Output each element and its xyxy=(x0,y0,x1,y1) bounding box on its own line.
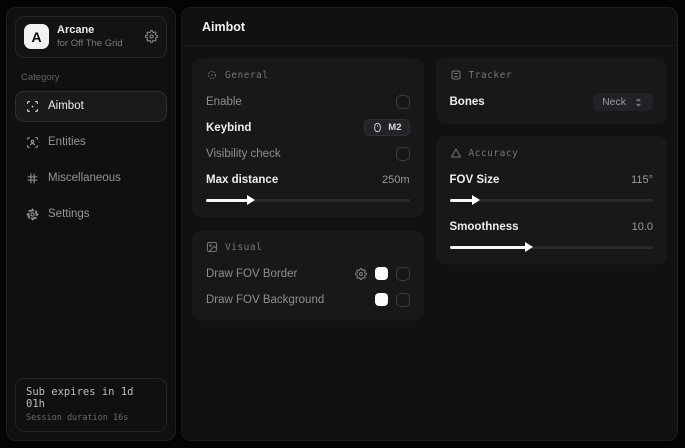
settings-gear-icon xyxy=(26,208,39,221)
accuracy-card-header: Accuracy xyxy=(450,147,654,159)
bones-row: Bones Neck xyxy=(450,93,654,111)
content-area: General Enable Keybind M2 xyxy=(182,46,677,333)
tracker-icon xyxy=(450,69,462,81)
general-card: General Enable Keybind M2 xyxy=(192,58,424,218)
keybind-label: Keybind xyxy=(206,122,251,134)
triangle-icon xyxy=(450,147,462,159)
slider-thumb[interactable] xyxy=(247,195,255,205)
slider-thumb[interactable] xyxy=(525,242,533,252)
slider-fill xyxy=(450,246,529,249)
fov-background-color-swatch[interactable] xyxy=(375,293,388,306)
fov-border-row: Draw FOV Border xyxy=(206,265,410,282)
sidebar-item-miscellaneous[interactable]: Miscellaneous xyxy=(15,163,167,194)
sidebar-item-label: Aimbot xyxy=(48,100,84,112)
entities-icon xyxy=(26,136,39,149)
visibility-check-label: Visibility check xyxy=(206,148,281,160)
fov-background-label: Draw FOV Background xyxy=(206,294,324,306)
visibility-check-row: Visibility check xyxy=(206,145,410,162)
crosshair-icon xyxy=(206,69,218,81)
sidebar-item-label: Settings xyxy=(48,208,90,220)
sidebar-item-aimbot[interactable]: Aimbot xyxy=(15,91,167,122)
app-header-card: A Arcane for Off The Grid xyxy=(15,16,167,58)
session-duration-text: Session duration 16s xyxy=(26,413,156,423)
fov-border-color-swatch[interactable] xyxy=(375,267,388,280)
fov-border-checkbox[interactable] xyxy=(396,267,410,281)
sidebar-item-settings[interactable]: Settings xyxy=(15,199,167,230)
right-column: Tracker Bones Neck xyxy=(436,58,668,265)
left-column: General Enable Keybind M2 xyxy=(192,58,424,321)
slider-fill xyxy=(206,199,251,202)
smoothness-row: Smoothness 10.0 xyxy=(450,218,654,235)
smoothness-slider[interactable] xyxy=(450,242,654,252)
general-card-title: General xyxy=(225,70,269,81)
app-header-text: Arcane for Off The Grid xyxy=(57,24,137,50)
max-distance-label: Max distance xyxy=(206,174,278,186)
gear-icon[interactable] xyxy=(145,30,158,43)
enable-row: Enable xyxy=(206,93,410,110)
sidebar-item-label: Entities xyxy=(48,136,86,148)
fov-border-label: Draw FOV Border xyxy=(206,268,297,280)
visibility-check-checkbox[interactable] xyxy=(396,147,410,161)
main-header: Aimbot xyxy=(182,8,677,46)
sidebar-item-entities[interactable]: Entities xyxy=(15,127,167,158)
keybind-value: M2 xyxy=(388,122,401,133)
general-card-header: General xyxy=(206,69,410,81)
main-panel: Aimbot General Enable xyxy=(181,7,678,441)
fov-background-row: Draw FOV Background xyxy=(206,291,410,308)
keybind-row: Keybind M2 xyxy=(206,119,410,136)
category-label: Category xyxy=(21,72,161,83)
app-title: Arcane xyxy=(57,24,137,38)
subscription-card: Sub expires in 1d 01h Session duration 1… xyxy=(15,378,167,432)
bones-select[interactable]: Neck xyxy=(593,93,653,111)
accuracy-card: Accuracy FOV Size 115° Smoothness 10.0 xyxy=(436,136,668,265)
accuracy-card-title: Accuracy xyxy=(469,148,519,159)
visual-card-title: Visual xyxy=(225,242,262,253)
visual-card-header: Visual xyxy=(206,241,410,253)
bones-selected-value: Neck xyxy=(602,96,626,108)
smoothness-value: 10.0 xyxy=(632,221,653,233)
fov-size-row: FOV Size 115° xyxy=(450,171,654,188)
enable-label: Enable xyxy=(206,96,242,108)
smoothness-label: Smoothness xyxy=(450,221,519,233)
page-title: Aimbot xyxy=(202,20,657,34)
enable-checkbox[interactable] xyxy=(396,95,410,109)
sidebar-nav: Aimbot Entities Miscellaneous Settings xyxy=(15,91,167,230)
tracker-card-header: Tracker xyxy=(450,69,654,81)
app-window: A Arcane for Off The Grid Category Aimbo… xyxy=(0,0,685,448)
slider-track xyxy=(450,199,654,202)
app-subtitle: for Off The Grid xyxy=(57,38,137,50)
max-distance-slider[interactable] xyxy=(206,195,410,205)
max-distance-value: 250m xyxy=(382,174,410,186)
fov-background-checkbox[interactable] xyxy=(396,293,410,307)
max-distance-row: Max distance 250m xyxy=(206,171,410,188)
app-logo: A xyxy=(24,24,49,49)
visual-card: Visual Draw FOV Border Draw xyxy=(192,230,424,321)
image-icon xyxy=(206,241,218,253)
slider-thumb[interactable] xyxy=(472,195,480,205)
bones-label: Bones xyxy=(450,96,485,108)
mouse-icon xyxy=(372,122,383,133)
grid-icon xyxy=(26,172,39,185)
chevrons-up-down-icon xyxy=(633,97,644,108)
tracker-card-title: Tracker xyxy=(469,70,513,81)
crosshair-icon xyxy=(26,100,39,113)
fov-border-gear-icon[interactable] xyxy=(355,268,367,280)
fov-size-slider[interactable] xyxy=(450,195,654,205)
sub-expires-text: Sub expires in 1d 01h xyxy=(26,386,156,410)
fov-size-label: FOV Size xyxy=(450,174,500,186)
sidebar: A Arcane for Off The Grid Category Aimbo… xyxy=(6,7,176,441)
sidebar-item-label: Miscellaneous xyxy=(48,172,121,184)
keybind-button[interactable]: M2 xyxy=(364,119,409,136)
tracker-card: Tracker Bones Neck xyxy=(436,58,668,124)
fov-size-value: 115° xyxy=(631,174,653,186)
